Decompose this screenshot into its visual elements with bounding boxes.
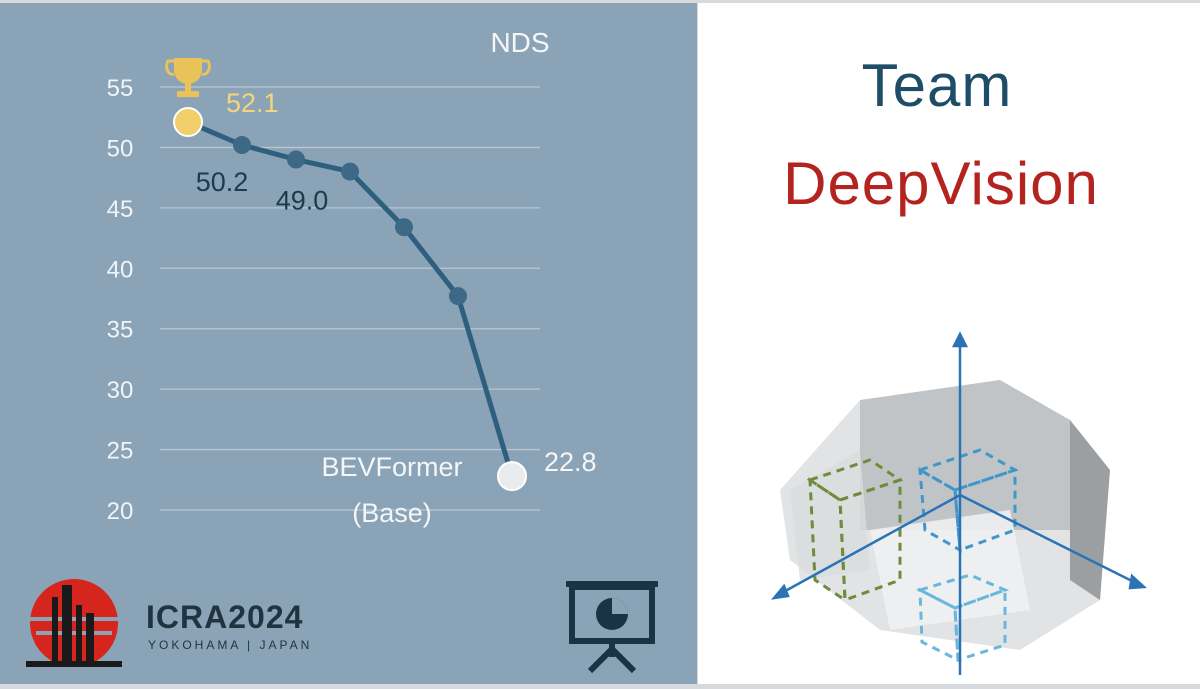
- data-label: 49.0: [276, 186, 329, 216]
- data-point: [449, 287, 467, 306]
- icra-logo: ICRA2024 YOKOHAMA | JAPAN: [22, 577, 322, 677]
- icra-logo-mark-icon: [26, 579, 122, 667]
- logo-subtitle: YOKOHAMA | JAPAN: [148, 638, 313, 652]
- trophy-icon: [165, 58, 211, 98]
- data-label: 22.8: [544, 447, 597, 477]
- y-tick-label: 40: [107, 256, 134, 283]
- data-label: 52.1: [226, 88, 279, 118]
- data-point: [173, 107, 203, 138]
- y-tick-label: 55: [107, 75, 134, 102]
- y-tick-label: 30: [107, 377, 134, 404]
- y-tick-label: 20: [107, 498, 134, 525]
- data-point: [233, 136, 251, 155]
- chart-title: NDS: [490, 27, 549, 58]
- y-tick-label: 25: [107, 438, 134, 465]
- data-point: [395, 218, 413, 237]
- y-tick-label: 45: [107, 196, 134, 223]
- baseline-label-line1: BEVFormer: [321, 452, 462, 482]
- data-point: [497, 461, 527, 492]
- data-label: 50.2: [196, 167, 249, 197]
- y-tick-label: 35: [107, 317, 134, 344]
- data-point: [341, 162, 359, 181]
- y-tick-label: 50: [107, 135, 134, 162]
- team-title: Team: [861, 52, 1013, 119]
- bev-3d-illustration: [770, 331, 1147, 675]
- data-point: [287, 150, 305, 169]
- chart-panel: NDS 55 50 45 40 35 30 25 20 52.1 50.2 49.0 22.8 BEVFo…: [0, 3, 697, 684]
- presentation-board-icon: [566, 581, 658, 673]
- baseline-label-line2: (Base): [352, 498, 432, 528]
- team-name: DeepVision: [783, 150, 1099, 217]
- logo-name: ICRA2024: [146, 599, 304, 635]
